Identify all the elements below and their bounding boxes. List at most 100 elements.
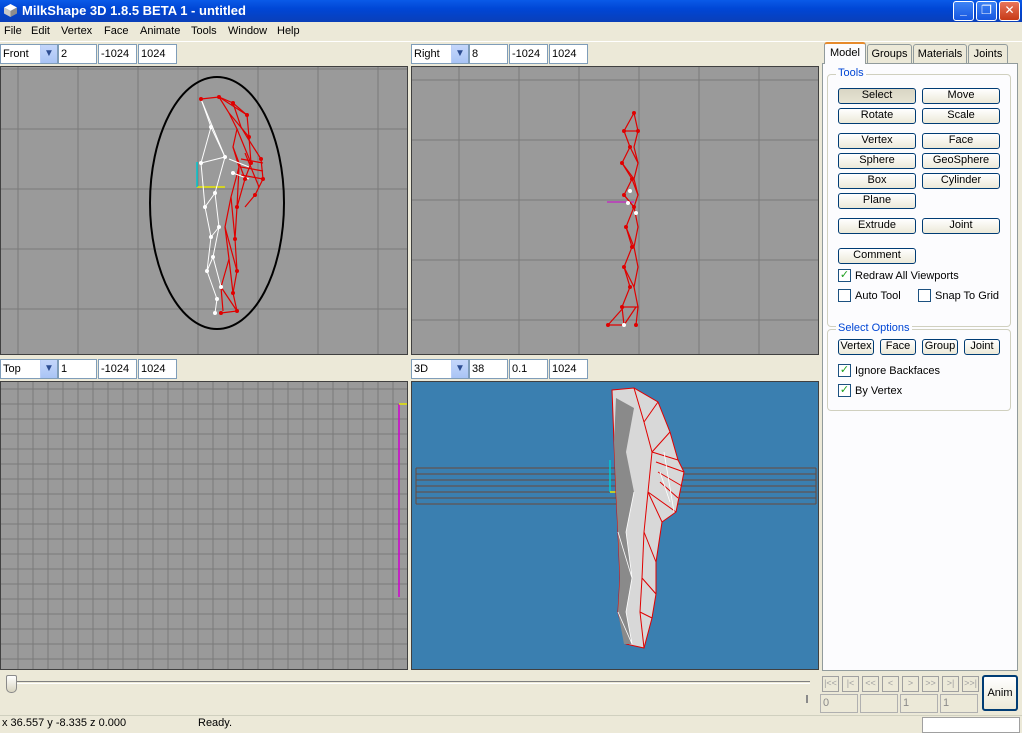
right-max-field[interactable]: 1024	[549, 44, 588, 64]
select-joint-button[interactable]: Joint	[964, 339, 1000, 355]
top-min-field[interactable]: -1024	[98, 359, 137, 379]
select-face-button[interactable]: Face	[880, 339, 916, 355]
front-viewport-canvas	[1, 67, 407, 354]
tab-joints[interactable]: Joints	[968, 44, 1008, 64]
close-button[interactable]: ✕	[999, 1, 1020, 21]
select-group-button[interactable]: Group	[922, 339, 958, 355]
timeline-track[interactable]	[10, 681, 810, 684]
top-view-select[interactable]: Top ▼	[0, 359, 58, 379]
top-zoom-field[interactable]: 1	[58, 359, 97, 379]
by-vertex-checkbox-row[interactable]: ✓ By Vertex	[838, 384, 902, 398]
chevron-down-icon: ▼	[451, 45, 468, 63]
front-min-field[interactable]: -1024	[98, 44, 137, 64]
top-viewport-grid	[1, 382, 407, 669]
right-min-field[interactable]: -1024	[509, 44, 548, 64]
window-title: MilkShape 3D 1.8.5 BETA 1 - untitled	[22, 3, 246, 18]
auto-tool-checkbox[interactable]	[838, 289, 851, 302]
ignore-backfaces-label: Ignore Backfaces	[855, 365, 940, 377]
select-tool-button[interactable]: Select	[838, 88, 916, 104]
snap-to-grid-label: Snap To Grid	[935, 290, 1000, 302]
next-frame-button[interactable]: >	[902, 676, 919, 692]
right-viewport[interactable]	[411, 66, 819, 355]
select-options-groupbox: Select Options Vertex Face Group Joint ✓…	[827, 322, 1011, 411]
menu-face[interactable]: Face	[104, 25, 128, 37]
status-panel	[922, 717, 1020, 733]
front-viewport-toolbar: Front ▼ 2 -1024 1024	[0, 42, 408, 64]
top-max-field[interactable]: 1024	[138, 359, 177, 379]
select-vertex-button[interactable]: Vertex	[838, 339, 874, 355]
comment-button[interactable]: Comment	[838, 248, 916, 264]
cylinder-tool-button[interactable]: Cylinder	[922, 173, 1000, 189]
3d-view-label: 3D	[414, 363, 429, 375]
box-tool-button[interactable]: Box	[838, 173, 916, 189]
rewind-button[interactable]: <<	[862, 676, 879, 692]
front-zoom-field[interactable]: 2	[58, 44, 97, 64]
3d-viewport-canvas	[415, 387, 817, 649]
top-viewport-toolbar: Top ▼ 1 -1024 1024	[0, 357, 408, 379]
extrude-tool-button[interactable]: Extrude	[838, 218, 916, 234]
snap-to-grid-checkbox-row[interactable]: Snap To Grid	[918, 289, 999, 303]
redraw-all-checkbox-row[interactable]: ✓ Redraw All Viewports	[838, 269, 959, 283]
maximize-button[interactable]: ❐	[976, 1, 997, 21]
right-zoom-field[interactable]: 8	[469, 44, 508, 64]
last-frame-button[interactable]: >>|	[962, 676, 979, 692]
menu-edit[interactable]: Edit	[31, 25, 50, 37]
frame-max-field[interactable]: 1	[940, 694, 978, 713]
top-view-label: Top	[3, 363, 21, 375]
sphere-tool-button[interactable]: Sphere	[838, 153, 916, 169]
3d-zoom-field[interactable]: 38	[469, 359, 508, 379]
frame-min-field[interactable]: 1	[900, 694, 938, 713]
by-vertex-checkbox[interactable]: ✓	[838, 384, 851, 397]
frame-start-field[interactable]: 0	[820, 694, 858, 713]
prev-key-button[interactable]: |<	[842, 676, 859, 692]
ignore-backfaces-checkbox-row[interactable]: ✓ Ignore Backfaces	[838, 364, 940, 378]
minimize-button[interactable]: _	[953, 1, 974, 21]
3d-near-field[interactable]: 0.1	[509, 359, 548, 379]
timeline-slider-thumb[interactable]	[6, 675, 17, 693]
plane-tool-button[interactable]: Plane	[838, 193, 916, 209]
ignore-backfaces-checkbox[interactable]: ✓	[838, 364, 851, 377]
3d-viewport[interactable]	[411, 381, 819, 670]
menu-window[interactable]: Window	[228, 25, 267, 37]
move-tool-button[interactable]: Move	[922, 88, 1000, 104]
minimize-icon: _	[960, 3, 967, 17]
tab-materials[interactable]: Materials	[913, 44, 967, 64]
3d-far-field[interactable]: 1024	[549, 359, 588, 379]
menu-help[interactable]: Help	[277, 25, 300, 37]
scale-tool-button[interactable]: Scale	[922, 108, 1000, 124]
3d-view-select[interactable]: 3D ▼	[411, 359, 469, 379]
tab-model[interactable]: Model	[824, 42, 866, 64]
auto-tool-label: Auto Tool	[855, 290, 901, 302]
first-frame-button[interactable]: |<<	[822, 676, 839, 692]
anim-mode-button[interactable]: Anim	[982, 675, 1018, 711]
fast-forward-button[interactable]: >>	[922, 676, 939, 692]
redraw-all-checkbox[interactable]: ✓	[838, 269, 851, 282]
chevron-down-icon: ▼	[40, 45, 57, 63]
front-view-select[interactable]: Front ▼	[0, 44, 58, 64]
menu-animate[interactable]: Animate	[140, 25, 180, 37]
timeline-end-tick	[806, 695, 808, 703]
right-viewport-toolbar: Right ▼ 8 -1024 1024	[411, 42, 819, 64]
right-view-select[interactable]: Right ▼	[411, 44, 469, 64]
joint-tool-button[interactable]: Joint	[922, 218, 1000, 234]
front-view-label: Front	[3, 48, 29, 60]
geosphere-tool-button[interactable]: GeoSphere	[922, 153, 1000, 169]
front-max-field[interactable]: 1024	[138, 44, 177, 64]
prev-frame-button[interactable]: <	[882, 676, 899, 692]
frame-current-field[interactable]	[860, 694, 898, 713]
vertex-tool-button[interactable]: Vertex	[838, 133, 916, 149]
menu-file[interactable]: File	[4, 25, 22, 37]
top-viewport[interactable]	[0, 381, 408, 670]
tab-groups[interactable]: Groups	[867, 44, 912, 64]
restore-icon: ❐	[981, 3, 992, 17]
menu-tools[interactable]: Tools	[191, 25, 217, 37]
snap-to-grid-checkbox[interactable]	[918, 289, 931, 302]
animation-timeline: |<< |< << < > >> >| >>| 0 1 1 Anim	[0, 671, 1022, 715]
menu-vertex[interactable]: Vertex	[61, 25, 92, 37]
next-key-button[interactable]: >|	[942, 676, 959, 692]
auto-tool-checkbox-row[interactable]: Auto Tool	[838, 289, 901, 303]
coordinate-readout: x 36.557 y -8.335 z 0.000	[2, 717, 127, 729]
rotate-tool-button[interactable]: Rotate	[838, 108, 916, 124]
front-viewport[interactable]	[0, 66, 408, 355]
face-tool-button[interactable]: Face	[922, 133, 1000, 149]
